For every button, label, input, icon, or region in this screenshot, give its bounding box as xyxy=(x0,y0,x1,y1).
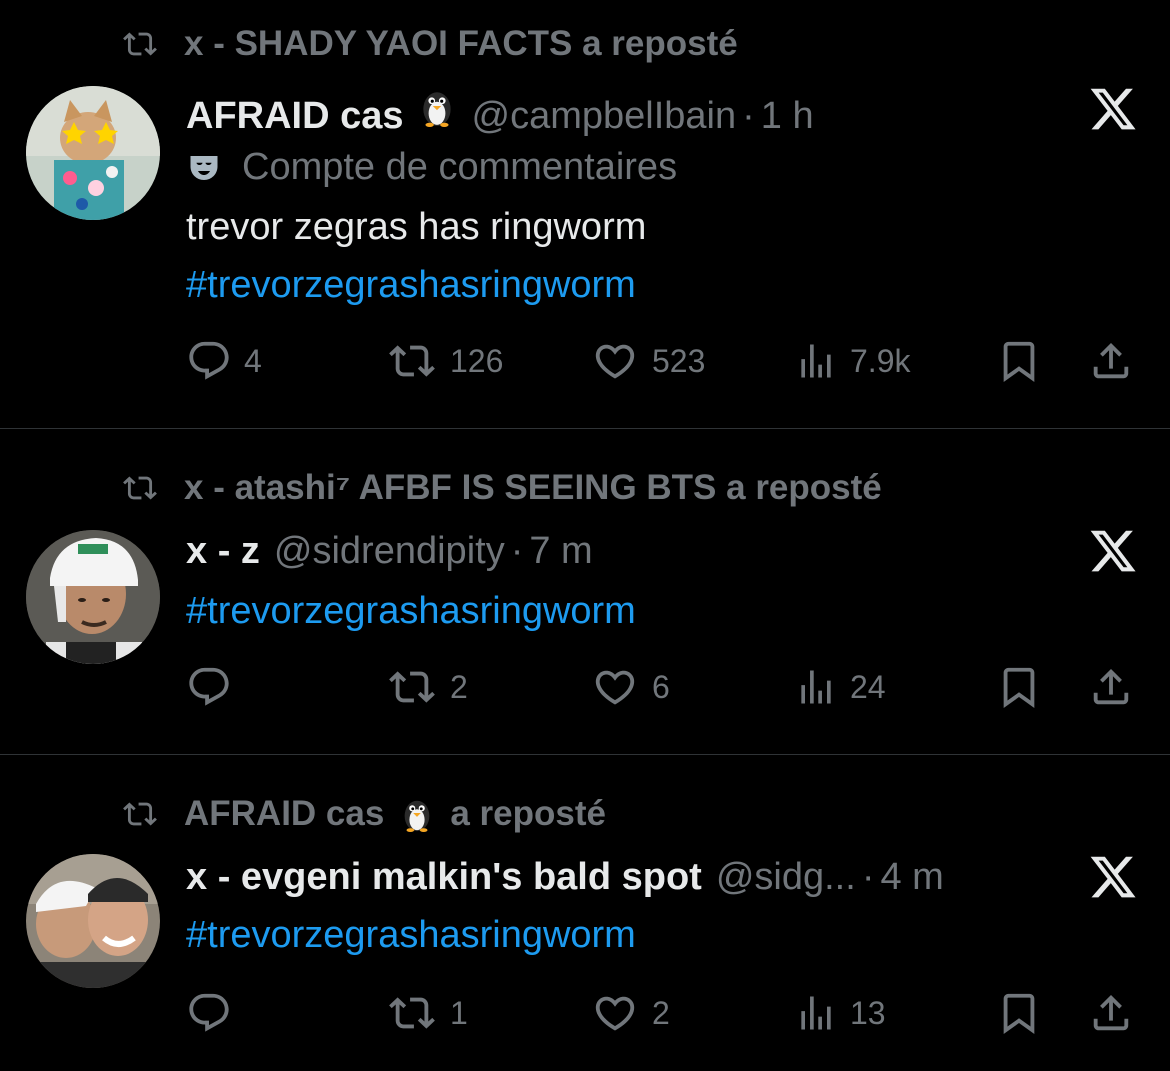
repost-icon xyxy=(386,338,438,384)
reply-button[interactable]: 4 xyxy=(186,338,262,384)
views-count: 24 xyxy=(850,668,886,705)
separator-dot: · xyxy=(742,95,755,137)
repost-context[interactable]: AFRAID cas a reposté xyxy=(118,794,606,834)
views-count: 13 xyxy=(850,994,886,1031)
hashtag-link[interactable]: #trevorzegrashasringworm xyxy=(186,914,636,957)
share-icon xyxy=(1088,990,1134,1036)
divider xyxy=(0,754,1170,755)
views-icon xyxy=(794,338,838,384)
timestamp[interactable]: 1 h xyxy=(761,95,814,138)
repost-context-name: AFRAID cas xyxy=(184,794,385,833)
share-button[interactable] xyxy=(1088,664,1134,710)
like-count: 523 xyxy=(652,342,706,379)
bookmark-button[interactable] xyxy=(996,990,1042,1036)
repost-button[interactable]: 2 xyxy=(386,664,468,710)
share-icon xyxy=(1088,338,1134,384)
reply-count: 4 xyxy=(244,342,262,379)
tweet-header: AFRAID cas @campbelIbain · 1 h xyxy=(186,86,814,138)
reply-button[interactable] xyxy=(186,990,232,1036)
hashtag-link[interactable]: #trevorzegrashasringworm xyxy=(186,590,636,633)
handle[interactable]: @campbelIbain xyxy=(472,95,737,138)
views-button[interactable]: 24 xyxy=(794,664,886,710)
reply-icon xyxy=(186,664,232,710)
x-logo-icon[interactable] xyxy=(1086,84,1140,134)
x-logo-icon[interactable] xyxy=(1086,526,1140,576)
bookmark-icon xyxy=(996,664,1042,710)
views-button[interactable]: 13 xyxy=(794,990,886,1036)
repost-icon xyxy=(386,990,438,1036)
share-button[interactable] xyxy=(1088,338,1134,384)
x-logo-icon[interactable] xyxy=(1086,852,1140,902)
avatar[interactable] xyxy=(26,86,160,220)
community-label-text: Compte de commentaires xyxy=(242,146,678,188)
like-button[interactable]: 2 xyxy=(590,990,670,1036)
avatar-image-two-people xyxy=(26,854,160,988)
repost-context-suffix: a reposté xyxy=(450,794,606,833)
tweet-text: trevor zegras has ringworm xyxy=(186,206,647,248)
bookmark-button[interactable] xyxy=(996,664,1042,710)
share-button[interactable] xyxy=(1088,990,1134,1036)
views-count: 7.9k xyxy=(850,342,911,379)
heart-icon xyxy=(590,664,640,710)
like-button[interactable]: 6 xyxy=(590,664,670,710)
separator-dot: · xyxy=(510,530,524,572)
heart-icon xyxy=(590,338,640,384)
reply-button[interactable] xyxy=(186,664,232,710)
repost-context-text: x - SHADY YAOI FACTS a reposté xyxy=(184,24,738,63)
tweet-header: x - evgeni malkin's bald spot @sidg... ·… xyxy=(186,856,944,899)
penguin-icon xyxy=(416,86,458,128)
divider xyxy=(0,428,1170,429)
like-count: 2 xyxy=(652,994,670,1031)
penguin-icon xyxy=(398,795,436,833)
mask-icon xyxy=(186,150,222,186)
display-name[interactable]: x - evgeni malkin's bald spot xyxy=(186,856,702,899)
views-icon xyxy=(794,990,838,1036)
views-button[interactable]: 7.9k xyxy=(794,338,910,384)
bookmark-button[interactable] xyxy=(996,338,1042,384)
display-name[interactable]: AFRAID cas xyxy=(186,95,404,138)
repost-icon xyxy=(118,471,162,505)
handle[interactable]: @sidrendipity xyxy=(274,530,505,573)
share-icon xyxy=(1088,664,1134,710)
timestamp[interactable]: 7 m xyxy=(529,530,592,573)
reply-icon xyxy=(186,338,232,384)
repost-count: 1 xyxy=(450,994,468,1031)
handle[interactable]: @sidg... xyxy=(716,856,856,899)
repost-icon xyxy=(118,27,162,61)
repost-context[interactable]: x - atashi⁷ AFBF IS SEEING BTS a reposté xyxy=(118,468,882,508)
separator-dot: · xyxy=(861,856,875,898)
reply-icon xyxy=(186,990,232,1036)
like-button[interactable]: 523 xyxy=(590,338,705,384)
views-icon xyxy=(794,664,838,710)
tweet-header: x - z @sidrendipity · 7 m xyxy=(186,530,593,573)
repost-context[interactable]: x - SHADY YAOI FACTS a reposté xyxy=(118,24,738,64)
repost-count: 126 xyxy=(450,342,504,379)
like-count: 6 xyxy=(652,668,670,705)
avatar-image-hockey-player xyxy=(26,530,160,664)
repost-count: 2 xyxy=(450,668,468,705)
repost-icon xyxy=(118,797,162,831)
avatar[interactable] xyxy=(26,854,160,988)
community-label[interactable]: Compte de commentaires xyxy=(186,146,677,189)
repost-button[interactable]: 126 xyxy=(386,338,503,384)
timestamp[interactable]: 4 m xyxy=(880,856,943,899)
hashtag-link[interactable]: #trevorzegrashasringworm xyxy=(186,264,636,307)
avatar-image-cat xyxy=(26,86,160,220)
heart-icon xyxy=(590,990,640,1036)
display-name[interactable]: x - z xyxy=(186,530,260,573)
repost-context-text: x - atashi⁷ AFBF IS SEEING BTS a reposté xyxy=(184,468,882,507)
repost-button[interactable]: 1 xyxy=(386,990,468,1036)
bookmark-icon xyxy=(996,338,1042,384)
bookmark-icon xyxy=(996,990,1042,1036)
repost-icon xyxy=(386,664,438,710)
avatar[interactable] xyxy=(26,530,160,664)
